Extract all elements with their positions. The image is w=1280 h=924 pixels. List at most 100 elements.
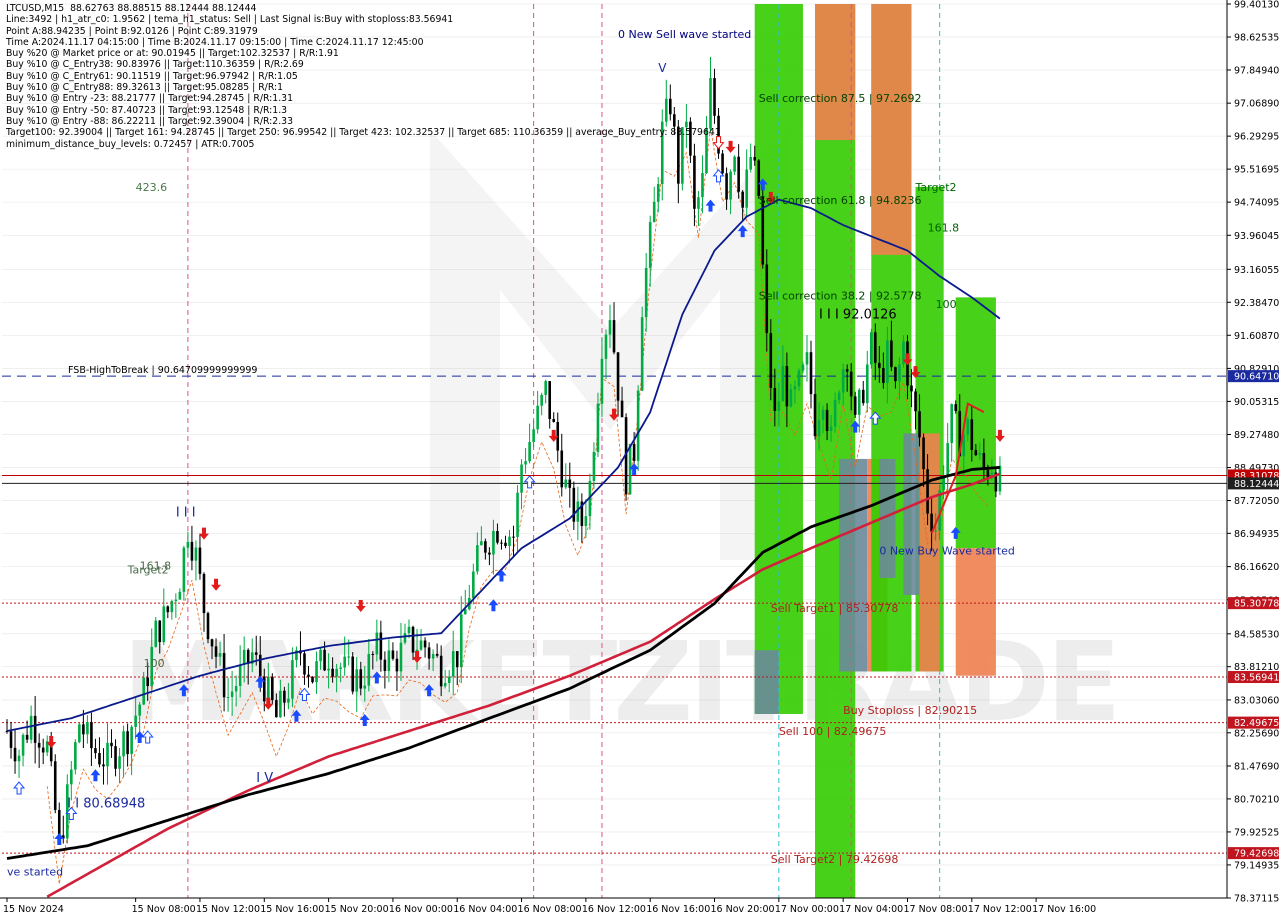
candle-body [258, 654, 262, 677]
y-tick-label: 93.96045 [1234, 231, 1279, 242]
y-tick-label: 92.38470 [1234, 298, 1279, 309]
target-zone-orange [871, 4, 912, 255]
candle-body [283, 690, 286, 703]
candle-body [407, 626, 411, 634]
candle-body [825, 409, 829, 431]
candle-body [427, 647, 431, 659]
candle-body [419, 640, 423, 650]
price-chart[interactable]: MARKETZITRADEFSB-HighToBreak | 90.647099… [0, 0, 1280, 920]
candle-body [652, 201, 656, 223]
candle-body [837, 392, 841, 400]
candle-body [701, 173, 704, 198]
candle-body [874, 332, 877, 363]
candle-body [25, 734, 29, 740]
candle-body [41, 747, 45, 753]
candle-body [226, 697, 230, 699]
candle-body [431, 653, 435, 659]
candle-body [934, 530, 937, 532]
y-tick-label: 96.29295 [1234, 132, 1279, 143]
candle-body [737, 156, 740, 192]
candle-body [841, 369, 845, 393]
chart-label: I I 80.68948 [67, 797, 145, 812]
candle-body [339, 667, 342, 669]
candle-body [138, 704, 141, 716]
candle-body [496, 531, 499, 543]
candle-body [857, 389, 861, 415]
candle-body [532, 429, 535, 443]
x-tick-label: 16 Nov 00:00 [389, 904, 453, 915]
candle-body [564, 479, 568, 488]
candle-body [528, 442, 531, 462]
candle-body [53, 761, 57, 810]
candle-body [568, 479, 572, 488]
candle-body [158, 620, 162, 643]
price-tag-label: 88.12444 [1234, 479, 1279, 490]
candle-body [375, 632, 379, 655]
candle-body [516, 492, 519, 537]
candle-body [636, 390, 640, 461]
candle-body [713, 78, 716, 116]
candle-body [596, 403, 600, 452]
candle-body [21, 734, 25, 756]
candle-body [90, 722, 93, 749]
candle-body [745, 169, 748, 208]
candle-body [387, 650, 391, 671]
candle-body [592, 451, 596, 481]
chart-label: 100 [144, 657, 165, 670]
y-tick-label: 89.27480 [1234, 430, 1279, 441]
candle-body [986, 470, 990, 478]
candle-body [106, 742, 109, 767]
candle-body [660, 121, 664, 185]
candle-body [548, 381, 551, 420]
candle-body [411, 626, 415, 653]
target-zone-grey [754, 650, 779, 714]
candle-body [524, 461, 527, 465]
candle-body [271, 676, 274, 701]
candle-body [709, 78, 712, 129]
candle-body [347, 656, 350, 658]
candle-body [508, 536, 511, 547]
candle-body [130, 726, 133, 755]
candle-body [484, 541, 487, 553]
candle-body [395, 658, 399, 672]
candle-body [693, 155, 696, 209]
candle-body [584, 516, 588, 526]
candle-body [275, 700, 278, 718]
y-tick-label: 80.70210 [1234, 794, 1279, 805]
price-tag-label: 83.56941 [1234, 673, 1279, 684]
candle-body [677, 126, 680, 184]
y-tick-label: 84.58530 [1234, 629, 1279, 640]
candle-body [363, 685, 367, 689]
candle-body [845, 369, 849, 372]
chart-background [0, 0, 1280, 920]
y-tick-label: 94.74095 [1234, 198, 1279, 209]
candle-body [254, 652, 258, 655]
candle-body [476, 545, 479, 572]
target-zone-grey [903, 433, 920, 595]
candle-body [689, 121, 692, 156]
chart-label: 100 [936, 298, 957, 311]
chart-label: Target2 [915, 181, 957, 194]
candle-body [206, 613, 210, 640]
candle-body [950, 404, 953, 444]
candle-body [512, 536, 515, 538]
candle-body [190, 541, 194, 561]
candle-body [966, 419, 970, 435]
candle-body [234, 686, 238, 692]
y-tick-label: 97.84940 [1234, 65, 1279, 76]
candle-body [829, 426, 833, 431]
candle-body [359, 669, 363, 689]
x-tick-label: 15 Nov 12:00 [196, 904, 260, 915]
candle-body [681, 127, 684, 184]
x-tick-label: 17 Nov 00:00 [775, 904, 839, 915]
y-tick-label: 87.72050 [1234, 496, 1279, 507]
candle-body [198, 547, 202, 574]
y-tick-label: 93.16055 [1234, 265, 1279, 276]
x-tick-label: 17 Nov 12:00 [968, 904, 1032, 915]
candle-body [685, 121, 688, 128]
candle-body [327, 668, 330, 671]
candle-body [311, 676, 314, 683]
candle-body [230, 691, 234, 698]
candle-body [423, 640, 427, 648]
candle-body [447, 676, 451, 684]
